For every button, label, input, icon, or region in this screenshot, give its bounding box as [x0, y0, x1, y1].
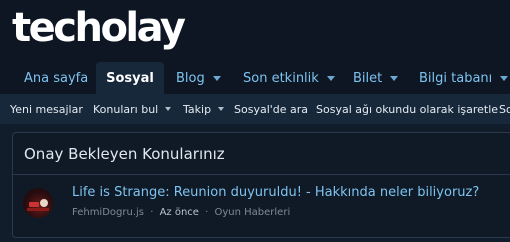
subnav-konulari-bul[interactable]: Konuları bul — [93, 94, 172, 124]
chevron-down-icon[interactable] — [326, 75, 335, 81]
tab-bilgi-tabani[interactable]: Bilgi tabanı — [419, 62, 509, 94]
chevron-down-icon[interactable] — [218, 107, 225, 111]
thread-title-link[interactable]: Life is Strange: Reunion duyuruldu! - Ha… — [72, 185, 479, 200]
author-link[interactable]: FehmiDogru.js — [72, 207, 144, 218]
subnav-overflow-item[interactable]: So — [499, 94, 510, 124]
meta-separator: · — [150, 207, 154, 218]
subnav-yeni-mesajlar[interactable]: Yeni mesajlar — [10, 94, 83, 124]
subnav-sosyalde-ara[interactable]: Sosyal'de ara — [234, 94, 308, 124]
timestamp[interactable]: Az önce — [160, 207, 199, 218]
block-title: Onay Bekleyen Konularınız — [13, 133, 510, 175]
tab-label: Son etkinlik — [243, 70, 319, 86]
subnav-label: Sosyal'de ara — [234, 102, 309, 116]
tab-blog[interactable]: Blog — [176, 62, 221, 94]
pending-threads-block: Onay Bekleyen Konularınız Life is Strang… — [12, 132, 510, 238]
meta-separator: · — [205, 207, 209, 218]
sub-nav: Yeni mesajlar Konuları bul Takip Sosyal'… — [0, 94, 510, 124]
subnav-label: Takip — [183, 102, 212, 116]
thread-meta: FehmiDogru.js · Az önce · Oyun Haberleri — [72, 207, 290, 218]
avatar[interactable] — [23, 188, 53, 218]
tab-son-etkinlik[interactable]: Son etkinlik — [243, 62, 335, 94]
tab-sosyal[interactable]: Sosyal — [96, 62, 164, 94]
subnav-label: Sosyal ağı okundu olarak işaretle — [316, 102, 499, 116]
site-logo[interactable]: techolay — [12, 2, 186, 54]
tab-label: Ana sayfa — [24, 70, 89, 86]
forum-link[interactable]: Oyun Haberleri — [215, 207, 291, 218]
subnav-label: Konuları bul — [93, 102, 159, 116]
site-header: techolay — [0, 0, 510, 62]
chevron-down-icon[interactable] — [165, 107, 172, 111]
tab-bilet[interactable]: Bilet — [353, 62, 399, 94]
tab-label: Blog — [176, 70, 205, 86]
list-item: Life is Strange: Reunion duyuruldu! - Ha… — [13, 175, 510, 237]
tab-label: Bilet — [353, 70, 383, 86]
chevron-down-icon[interactable] — [500, 75, 509, 81]
subnav-label: So — [499, 102, 510, 116]
main-nav: Ana sayfa Sosyal Blog Son etkinlik Bilet… — [0, 62, 510, 94]
subnav-okundu-isaretle[interactable]: Sosyal ağı okundu olarak işaretle — [316, 94, 498, 124]
subnav-takip[interactable]: Takip — [183, 94, 225, 124]
chevron-down-icon[interactable] — [390, 75, 399, 81]
tab-label: Sosyal — [106, 70, 154, 86]
subnav-label: Yeni mesajlar — [10, 102, 83, 116]
tab-label: Bilgi tabanı — [419, 70, 493, 86]
chevron-down-icon[interactable] — [212, 75, 221, 81]
tab-ana-sayfa[interactable]: Ana sayfa — [24, 62, 88, 94]
